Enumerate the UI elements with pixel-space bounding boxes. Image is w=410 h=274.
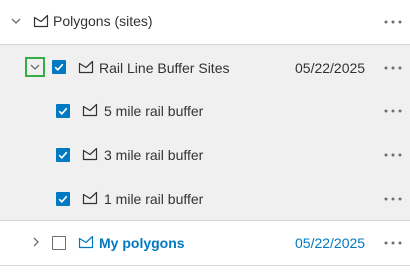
chevron-down-icon[interactable] (10, 15, 22, 27)
visibility-checkbox[interactable] (52, 236, 66, 250)
layer-envelope-icon (78, 60, 94, 74)
row-divider (0, 265, 410, 266)
layer-envelope-icon (82, 191, 98, 205)
tree-row-3-mile-rail-buffer[interactable]: 3 mile rail buffer (0, 133, 410, 177)
tree-row-rail-line-buffer-sites[interactable]: Rail Line Buffer Sites 05/22/2025 (0, 45, 410, 89)
tree-row-polygons-sites[interactable]: Polygons (sites) (0, 0, 410, 44)
layer-envelope-icon (82, 147, 98, 161)
tree-row-label: My polygons (99, 235, 185, 251)
tree-row-label: Rail Line Buffer Sites (99, 60, 230, 76)
visibility-checkbox[interactable] (52, 60, 66, 74)
layer-tree-panel: Polygons (sites) Rail Line Buffer Sites … (0, 0, 410, 274)
more-options-icon[interactable] (384, 20, 402, 24)
tree-row-label: Polygons (sites) (53, 13, 153, 29)
tree-row-label: 5 mile rail buffer (104, 103, 204, 119)
more-options-icon[interactable] (384, 109, 402, 113)
modified-date: 05/22/2025 (295, 60, 366, 76)
tree-row-5-mile-rail-buffer[interactable]: 5 mile rail buffer (0, 89, 410, 133)
more-options-icon[interactable] (384, 197, 402, 201)
visibility-checkbox[interactable] (56, 148, 70, 162)
tree-row-1-mile-rail-buffer[interactable]: 1 mile rail buffer (0, 177, 410, 221)
tree-row-label: 3 mile rail buffer (104, 147, 204, 163)
layer-envelope-icon (78, 235, 94, 249)
chevron-down-icon (29, 61, 41, 73)
chevron-right-icon[interactable] (30, 236, 42, 248)
more-options-icon[interactable] (384, 241, 402, 245)
tree-row-label: 1 mile rail buffer (104, 191, 204, 207)
visibility-checkbox[interactable] (56, 192, 70, 206)
tree-row-my-polygons[interactable]: My polygons 05/22/2025 (0, 221, 410, 265)
more-options-icon[interactable] (384, 66, 402, 70)
more-options-icon[interactable] (384, 153, 402, 157)
expand-toggle-focused[interactable] (25, 57, 45, 77)
modified-date: 05/22/2025 (295, 235, 366, 251)
layer-envelope-icon (82, 103, 98, 117)
layer-envelope-icon (33, 14, 49, 28)
visibility-checkbox[interactable] (56, 104, 70, 118)
